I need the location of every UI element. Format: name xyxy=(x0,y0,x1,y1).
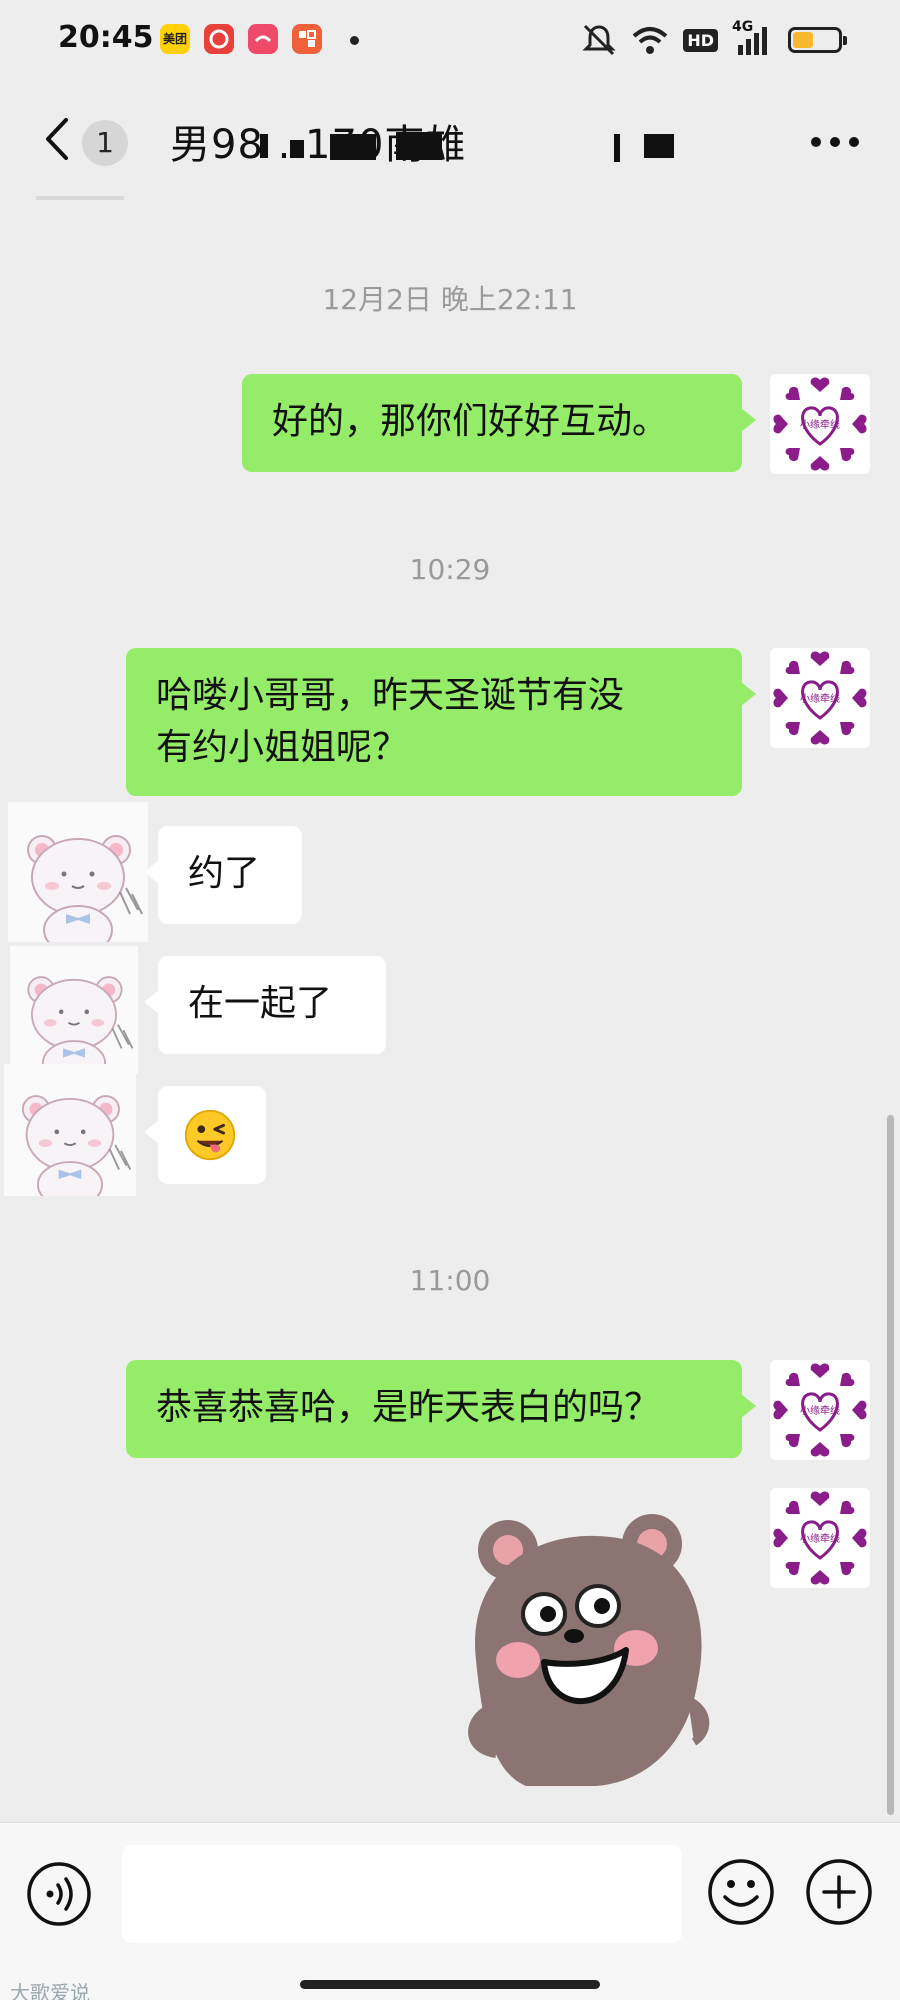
divider xyxy=(36,196,124,200)
hd-badge: HD xyxy=(683,28,718,52)
incoming-emoji-message[interactable]: 😜 xyxy=(144,1086,266,1184)
status-indicators: HD 4G xyxy=(581,19,847,58)
chat-screen: 20:45 美团 HD 4G 1 男98 . 170南雄 12月2日 晚上22:… xyxy=(0,0,900,2000)
avatar-label: 小缘牵线 xyxy=(800,692,840,705)
self-avatar[interactable]: 小缘牵线 xyxy=(770,1360,870,1460)
censor-mark xyxy=(614,134,620,162)
wifi-icon xyxy=(633,27,668,54)
self-avatar[interactable]: 小缘牵线 xyxy=(770,648,870,748)
self-avatar[interactable]: 小缘牵线 xyxy=(770,1488,870,1588)
contact-avatar[interactable] xyxy=(10,946,138,1074)
censor-mark xyxy=(396,132,442,160)
self-avatar[interactable]: 小缘牵线 xyxy=(770,374,870,474)
meituan-icon: 美团 xyxy=(160,24,190,54)
battery-level xyxy=(793,32,813,48)
message-line: 有约小姐姐呢？ xyxy=(156,727,409,768)
timestamp: 10:29 xyxy=(409,553,491,586)
message-input[interactable] xyxy=(122,1845,682,1943)
timestamp: 11:00 xyxy=(409,1264,491,1297)
netease-music-icon xyxy=(204,24,234,54)
back-icon[interactable] xyxy=(38,114,78,164)
incoming-message[interactable]: 约了 xyxy=(144,826,302,924)
emoji-icon[interactable] xyxy=(706,1857,776,1927)
bear-sticker[interactable] xyxy=(456,1510,716,1792)
mute-icon xyxy=(582,24,616,56)
plus-icon[interactable] xyxy=(804,1857,874,1927)
censor-mark xyxy=(644,134,674,158)
scrollbar[interactable] xyxy=(887,1115,894,1815)
contact-avatar[interactable] xyxy=(8,802,148,942)
battery-icon xyxy=(788,27,847,53)
more-icon[interactable] xyxy=(810,136,860,148)
contact-avatar[interactable] xyxy=(4,1064,136,1196)
censor-mark xyxy=(330,134,376,160)
status-time: 20:45 xyxy=(58,20,154,55)
input-bar: 大歌爱说 xyxy=(0,1822,900,2000)
chat-header: 1 男98 . 170南雄 xyxy=(0,90,900,190)
avatar-label: 小缘牵线 xyxy=(800,418,840,431)
outgoing-message[interactable]: 好的，那你们好好互动。 xyxy=(242,374,756,472)
meituan-label: 美团 xyxy=(162,32,187,46)
winking-tongue-emoji-icon xyxy=(184,1109,236,1161)
signal-icon: 4G xyxy=(732,19,774,57)
avatar-label: 小缘牵线 xyxy=(800,1404,840,1417)
censor-mark xyxy=(290,140,304,158)
censor-mark xyxy=(260,134,268,158)
timestamp: 12月2日 晚上22:11 xyxy=(322,283,578,316)
outgoing-message[interactable]: 恭喜恭喜哈，是昨天表白的吗？ xyxy=(126,1360,756,1458)
avatar-label: 小缘牵线 xyxy=(800,1532,840,1545)
home-indicator[interactable] xyxy=(300,1980,600,1989)
message-line: 哈喽小哥哥，昨天圣诞节有没 xyxy=(156,675,625,716)
incoming-message[interactable]: 在一起了 xyxy=(144,956,386,1054)
voice-input-icon[interactable] xyxy=(26,1861,92,1927)
notification-dot xyxy=(350,36,359,45)
status-bar: 20:45 美团 HD 4G xyxy=(0,0,900,80)
watermark: 大歌爱说 xyxy=(10,1981,90,2000)
unread-badge[interactable]: 1 xyxy=(82,120,128,166)
app-grid-icon xyxy=(292,24,322,54)
outgoing-message[interactable]: 哈喽小哥哥，昨天圣诞节有没 有约小姐姐呢？ xyxy=(126,648,756,796)
app-face-icon xyxy=(248,24,278,54)
